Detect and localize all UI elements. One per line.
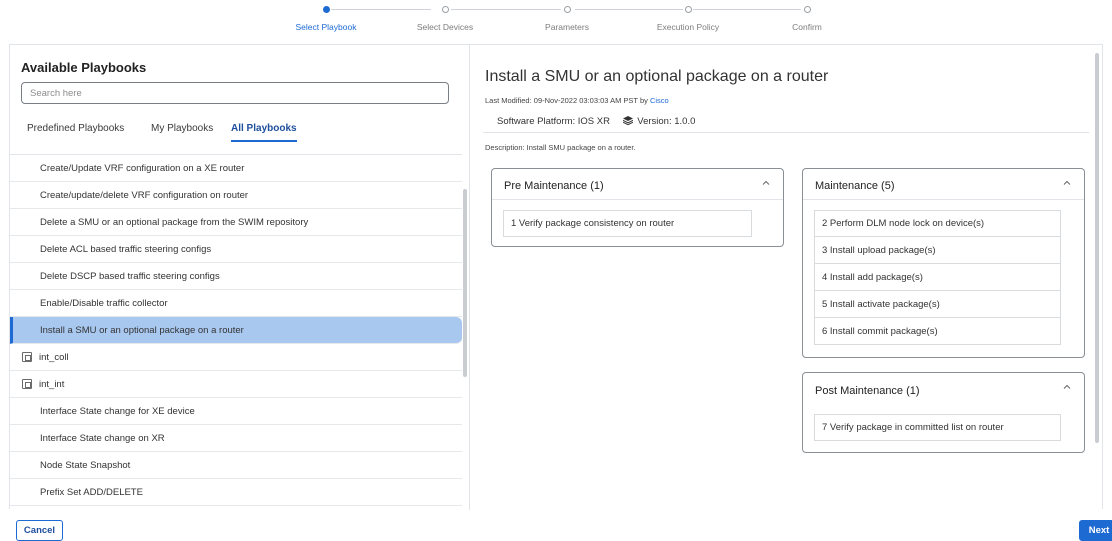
wizard-body: Available Playbooks Predefined Playbooks… [9, 44, 1103, 510]
playbook-list-item[interactable]: Create/Update VRF configuration on a XE … [10, 155, 462, 182]
playbook-list-item[interactable]: Enable/Disable traffic collector [10, 290, 462, 317]
panel-title: Available Playbooks [21, 60, 147, 75]
playbook-name: Node State Snapshot [40, 459, 131, 471]
post-maintenance-card: Post Maintenance (1) 7 Verify package in… [802, 372, 1085, 453]
task-item: 7 Verify package in committed list on ro… [814, 414, 1061, 441]
playbook-details-panel: Install a SMU or an optional package on … [471, 45, 1103, 510]
playbook-list-item[interactable]: Prefix Set ADD/DELETE [10, 479, 462, 506]
card-title: Post Maintenance (1) [815, 385, 920, 397]
step-dot [684, 6, 692, 13]
maintenance-tasks: 2 Perform DLM node lock on device(s) 3 In… [814, 210, 1061, 345]
playbook-name: Install a SMU or an optional package on … [40, 324, 244, 336]
playbook-name: Delete a SMU or an optional package from… [40, 216, 309, 228]
pre-maintenance-tasks: 1 Verify package consistency on router [503, 210, 752, 237]
step-dot [563, 6, 571, 13]
playbook-list: Create/Update VRF configuration on a XE … [10, 154, 462, 510]
playbook-list-item[interactable]: Delete ACL based traffic steering config… [10, 236, 462, 263]
platform-info: Software Platform: IOS XR Version: 1.0.0 [497, 116, 695, 127]
task-item: 5 Install activate package(s) [814, 291, 1061, 318]
playbook-list-item[interactable]: Node State Snapshot [10, 452, 462, 479]
details-scrollbar[interactable] [1095, 53, 1099, 443]
list-scrollbar[interactable] [463, 189, 467, 377]
step-label: Confirm [792, 22, 822, 32]
card-title: Maintenance (5) [815, 180, 895, 192]
task-item: 2 Perform DLM node lock on device(s) [814, 210, 1061, 237]
playbook-name: Prefix Set ADD/DELETE [40, 486, 143, 498]
step-label: Select Devices [416, 22, 474, 32]
search-input[interactable] [21, 82, 449, 104]
step-select-playbook[interactable]: Select Playbook [266, 6, 386, 32]
playbook-list-item[interactable]: Install a SMU or an optional package on … [10, 317, 462, 344]
pre-maintenance-card: Pre Maintenance (1) 1 Verify package con… [491, 168, 784, 247]
tab-all-playbooks[interactable]: All Playbooks [231, 123, 297, 142]
maintenance-header[interactable]: Maintenance (5) [803, 169, 1084, 200]
playbook-name: Delete DSCP based traffic steering confi… [40, 270, 220, 282]
step-label: Execution Policy [656, 22, 720, 32]
next-button[interactable]: Next [1079, 520, 1112, 541]
card-title: Pre Maintenance (1) [504, 180, 604, 192]
wizard-stepper: Select Playbook Select Devices Parameter… [0, 0, 1112, 44]
playbook-name: Create/Update VRF configuration on a XE … [40, 162, 245, 174]
custom-playbook-icon [22, 379, 32, 389]
custom-playbook-icon [22, 352, 32, 362]
pre-maintenance-header[interactable]: Pre Maintenance (1) [492, 169, 783, 200]
step-parameters[interactable]: Parameters [507, 6, 627, 32]
playbook-list-item[interactable]: Delete a SMU or an optional package from… [10, 209, 462, 236]
playbook-name: int_coll [39, 351, 69, 363]
playbook-list-item[interactable]: Interface State change for XE device [10, 398, 462, 425]
tab-label: All Playbooks [231, 123, 297, 134]
playbook-description: Description: Install SMU package on a ro… [485, 143, 636, 152]
last-modified: Last Modified: 09-Nov-2022 03:03:03 AM P… [485, 96, 669, 105]
software-platform: Software Platform: IOS XR [497, 116, 610, 127]
task-item: 4 Install add package(s) [814, 264, 1061, 291]
chevron-up-icon[interactable] [1063, 179, 1071, 187]
playbook-name: Interface State change for XE device [40, 405, 195, 417]
cancel-button[interactable]: Cancel [16, 520, 63, 541]
step-confirm[interactable]: Confirm [747, 6, 867, 32]
playbook-name: Interface State change on XR [40, 432, 165, 444]
active-tab-indicator [231, 140, 297, 142]
playbook-name: Delete ACL based traffic steering config… [40, 243, 212, 255]
author-link[interactable]: Cisco [650, 96, 669, 105]
available-playbooks-panel: Available Playbooks Predefined Playbooks… [10, 45, 470, 510]
step-dot [803, 6, 811, 13]
playbook-name: Enable/Disable traffic collector [40, 297, 168, 309]
playbook-list-item[interactable]: Interface State change on XR [10, 425, 462, 452]
step-label: Parameters [545, 22, 589, 32]
task-item: 3 Install upload package(s) [814, 237, 1061, 264]
post-maintenance-header[interactable]: Post Maintenance (1) [803, 373, 1084, 404]
playbook-list-item[interactable]: int_coll [10, 344, 462, 371]
chevron-up-icon[interactable] [1063, 383, 1071, 391]
playbook-list-item[interactable]: int_int [10, 371, 462, 398]
step-execution-policy[interactable]: Execution Policy [628, 6, 748, 32]
chevron-up-icon[interactable] [762, 179, 770, 187]
tab-predefined-playbooks[interactable]: Predefined Playbooks [27, 123, 124, 134]
step-dot [322, 6, 330, 13]
step-dot [441, 6, 449, 13]
version: Version: 1.0.0 [637, 116, 696, 127]
playbook-list-item[interactable]: Delete DSCP based traffic steering confi… [10, 263, 462, 290]
last-modified-text: Last Modified: 09-Nov-2022 03:03:03 AM P… [485, 96, 650, 105]
step-label: Select Playbook [295, 22, 357, 32]
playbook-list-item[interactable]: Create/update/delete VRF configuration o… [10, 182, 462, 209]
maintenance-card: Maintenance (5) 2 Perform DLM node lock … [802, 168, 1085, 358]
playbook-title: Install a SMU or an optional package on … [485, 68, 829, 85]
task-item: 1 Verify package consistency on router [503, 210, 752, 237]
task-item: 6 Install commit package(s) [814, 318, 1061, 345]
step-select-devices[interactable]: Select Devices [385, 6, 505, 32]
tab-my-playbooks[interactable]: My Playbooks [151, 123, 213, 134]
divider [483, 132, 1089, 133]
playbook-name: Create/update/delete VRF configuration o… [40, 189, 249, 201]
playbook-name: int_int [39, 378, 65, 390]
post-maintenance-tasks: 7 Verify package in committed list on ro… [814, 414, 1061, 441]
layers-icon [622, 116, 633, 125]
